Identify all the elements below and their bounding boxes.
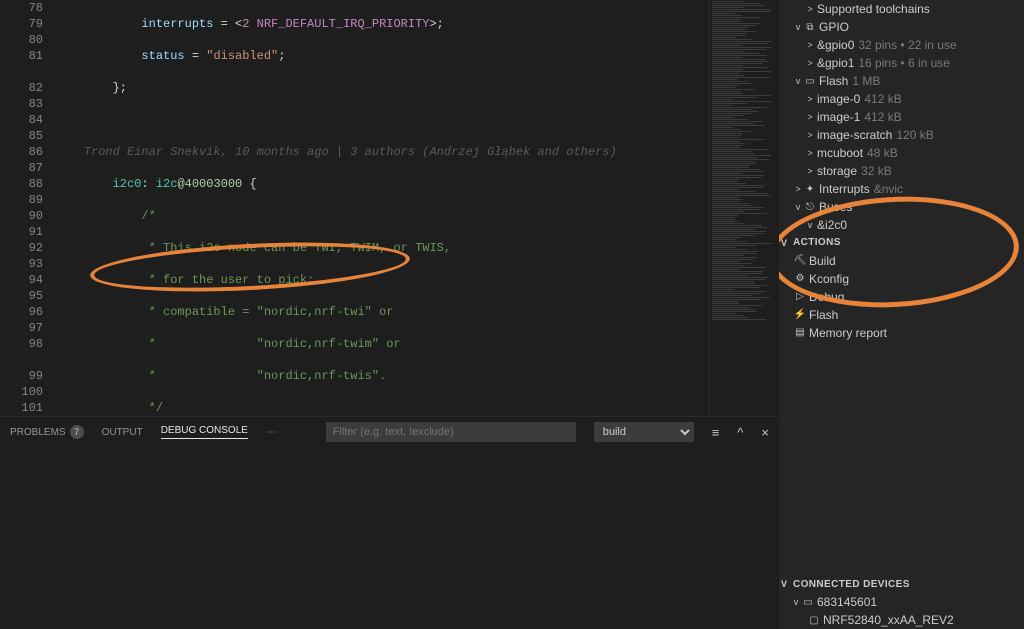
actions-section-header[interactable]: vACTIONS — [779, 234, 1024, 252]
tab-more[interactable]: ⋯ — [266, 427, 276, 438]
action-icon: ⚡ — [793, 309, 807, 320]
tree-item[interactable]: >Supported toolchains — [779, 0, 1024, 18]
problems-badge: 7 — [70, 425, 84, 439]
code-body[interactable]: interrupts = <2 NRF_DEFAULT_IRQ_PRIORITY… — [55, 0, 709, 416]
tree-icon: ⎋ — [803, 202, 817, 213]
action-build[interactable]: ⛏Build — [779, 252, 1024, 270]
panel-tabs: PROBLEMS 7 OUTPUT DEBUG CONSOLE ⋯ build … — [0, 417, 779, 447]
git-blame-annotation: Trond Einar Snekvik, 10 months ago | 3 a… — [55, 145, 617, 159]
tab-output[interactable]: OUTPUT — [102, 427, 143, 438]
tree-icon: ⧉ — [803, 22, 817, 33]
code-editor[interactable]: 78 79 80 81 82 83 84 85 86 87 88 89 90 9… — [0, 0, 779, 416]
action-debug[interactable]: ▷Debug — [779, 288, 1024, 306]
tree-item[interactable]: v&i2c0 — [779, 216, 1024, 234]
tree-item[interactable]: >&gpio116 pins • 6 in use — [779, 54, 1024, 72]
device-icon: ▭ — [801, 597, 815, 608]
tree-item[interactable]: >image-1412 kB — [779, 108, 1024, 126]
panel-filter-input[interactable] — [326, 422, 576, 442]
connected-device[interactable]: v ▭ 683145601 — [779, 593, 1024, 611]
tree-item[interactable]: v⎋Buses — [779, 198, 1024, 216]
action-kconfig[interactable]: ⚙Kconfig — [779, 270, 1024, 288]
minimap[interactable]: for(let i=0;i<160;i++)document.write('<d… — [709, 0, 779, 416]
chip-icon: ▢ — [807, 615, 821, 626]
tab-debug-console[interactable]: DEBUG CONSOLE — [161, 425, 248, 439]
panel-scope-select[interactable]: build — [594, 422, 694, 442]
connected-chip[interactable]: ▢ NRF52840_xxAA_REV2 — [779, 611, 1024, 629]
tab-problems[interactable]: PROBLEMS 7 — [10, 425, 84, 439]
action-icon: ⚙ — [793, 273, 807, 284]
tree-item[interactable]: v▭Flash1 MB — [779, 72, 1024, 90]
connected-devices-header[interactable]: vCONNECTED DEVICES — [779, 575, 1024, 593]
panel-close-icon[interactable]: × — [761, 425, 769, 440]
tree-item[interactable]: >✦Interrupts&nvic — [779, 180, 1024, 198]
main-area: 78 79 80 81 82 83 84 85 86 87 88 89 90 9… — [0, 0, 1024, 629]
tree-item[interactable]: v⧉GPIO — [779, 18, 1024, 36]
right-sidebar: >Supported toolchainsv⧉GPIO>&gpio032 pin… — [779, 0, 1024, 629]
device-tree: >Supported toolchainsv⧉GPIO>&gpio032 pin… — [779, 0, 1024, 234]
action-icon: ⛏ — [793, 255, 807, 266]
tree-item[interactable]: >storage32 kB — [779, 162, 1024, 180]
bottom-panel: PROBLEMS 7 OUTPUT DEBUG CONSOLE ⋯ build … — [0, 416, 779, 629]
action-flash[interactable]: ⚡Flash — [779, 306, 1024, 324]
tree-icon: ▭ — [803, 76, 817, 87]
tree-item[interactable]: >image-0412 kB — [779, 90, 1024, 108]
panel-settings-icon[interactable]: ≡ — [712, 425, 720, 440]
line-gutter: 78 79 80 81 82 83 84 85 86 87 88 89 90 9… — [0, 0, 55, 416]
panel-maximize-icon[interactable]: ^ — [737, 425, 743, 440]
tree-icon: ✦ — [803, 184, 817, 195]
tree-item[interactable]: >mcuboot48 kB — [779, 144, 1024, 162]
action-icon: ▷ — [793, 291, 807, 302]
action-memory-report[interactable]: ▤Memory report — [779, 324, 1024, 342]
tree-item[interactable]: >image-scratch120 kB — [779, 126, 1024, 144]
editor-area: 78 79 80 81 82 83 84 85 86 87 88 89 90 9… — [0, 0, 779, 629]
tree-item[interactable]: >&gpio032 pins • 22 in use — [779, 36, 1024, 54]
action-icon: ▤ — [793, 327, 807, 338]
